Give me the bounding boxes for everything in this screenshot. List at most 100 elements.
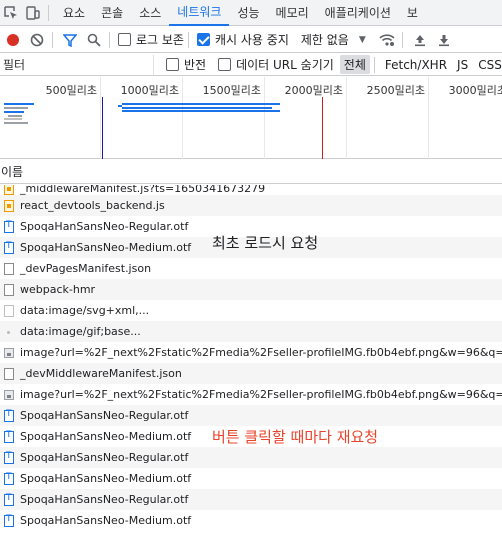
name-column-header[interactable]: 이름 — [0, 160, 502, 184]
chevron-down-icon: ▼ — [358, 34, 366, 45]
image-file-icon — [4, 389, 14, 400]
toolbar-divider — [401, 31, 403, 48]
script-file-icon — [4, 185, 14, 195]
overview-gridline — [100, 77, 101, 159]
hide-data-urls-checkbox[interactable]: 데이터 URL 숨기기 — [218, 56, 334, 73]
clear-button[interactable] — [26, 29, 48, 51]
tab-4[interactable]: 성능 — [229, 0, 267, 26]
request-row[interactable]: image?url=%2F_next%2Fstatic%2Fmedia%2Fse… — [0, 342, 502, 363]
request-name: webpack-hmr — [20, 283, 96, 296]
invert-box[interactable] — [166, 58, 179, 71]
overview-tick-label: 1000밀리초 — [120, 84, 179, 97]
tabbar-divider — [48, 4, 49, 21]
disable-cache-checkbox[interactable]: 캐시 사용 중지 — [196, 31, 289, 48]
request-name: _devPagesManifest.json — [20, 262, 152, 275]
request-row[interactable]: SpoqaHanSansNeo-Regular.otf — [0, 489, 502, 510]
type-filter-button[interactable]: Fetch/XHR — [381, 57, 451, 73]
request-name: SpoqaHanSansNeo-Medium.otf — [20, 430, 192, 443]
font-file-icon — [4, 451, 14, 464]
request-row[interactable]: SpoqaHanSansNeo-Regular.otf — [0, 447, 502, 468]
overview-gridline — [264, 77, 265, 159]
tab-5[interactable]: 메모리 — [268, 0, 317, 26]
preserve-log-box[interactable] — [118, 33, 131, 46]
network-toolbar: 로그 보존 캐시 사용 중지 제한 없음 ▼ — [0, 27, 502, 53]
request-name: SpoqaHanSansNeo-Regular.otf — [20, 409, 189, 422]
request-row[interactable]: image?url=%2F_next%2Fstatic%2Fmedia%2Fse… — [0, 384, 502, 405]
throttle-select[interactable]: 제한 없음 ▼ — [301, 31, 366, 48]
overview-tick-label: 2500밀리초 — [366, 84, 425, 97]
hide-data-urls-box[interactable] — [218, 58, 232, 71]
network-conditions-button[interactable] — [376, 29, 398, 51]
font-file-icon — [4, 472, 14, 485]
overview-tick-label: 1500밀리초 — [202, 84, 261, 97]
device-toolbar-icon[interactable] — [22, 0, 44, 26]
preserve-log-checkbox[interactable]: 로그 보존 — [118, 31, 184, 48]
type-filter-button[interactable]: CSS — [474, 57, 502, 73]
network-overview[interactable]: 500밀리초 1000밀리초 1500밀리초 2000밀리초 2500밀리초 3000밀리… — [0, 77, 502, 159]
request-name: SpoqaHanSansNeo-Medium.otf — [20, 241, 192, 254]
font-file-icon — [4, 220, 14, 233]
tab-3[interactable]: 네트워크 — [169, 0, 230, 26]
request-name: SpoqaHanSansNeo-Medium.otf — [20, 472, 192, 485]
document-icon — [4, 367, 14, 380]
overview-tick-label: 2000밀리초 — [284, 84, 343, 97]
disable-cache-box[interactable] — [196, 33, 210, 46]
disable-cache-label: 캐시 사용 중지 — [214, 33, 289, 47]
invert-checkbox[interactable]: 반전 — [166, 56, 206, 73]
tab-6[interactable]: 애플리케이션 — [317, 0, 399, 26]
annotation-initial-load: 최초 로드시 요청 — [212, 234, 319, 252]
request-name: data:image/svg+xml,... — [20, 304, 150, 317]
dom-content-loaded-marker — [102, 97, 103, 159]
record-icon — [7, 33, 19, 46]
tab-7[interactable]: 보 — [399, 0, 426, 26]
request-name: react_devtools_backend.js — [20, 199, 165, 212]
request-row[interactable]: _devMiddlewareManifest.json — [0, 363, 502, 384]
throttle-label: 제한 없음 — [300, 33, 349, 47]
import-har-button[interactable] — [409, 29, 431, 51]
name-column-label: 이름 — [1, 165, 24, 179]
toolbar-divider — [52, 31, 53, 48]
overview-gridline — [428, 77, 429, 159]
request-name: SpoqaHanSansNeo-Medium.otf — [20, 514, 192, 527]
hide-data-urls-label: 데이터 URL 숨기기 — [236, 58, 334, 72]
preserve-log-label: 로그 보존 — [136, 33, 184, 47]
request-name: _devMiddlewareManifest.json — [20, 367, 182, 380]
export-har-button[interactable] — [433, 29, 455, 51]
request-name: data:image/gif;base... — [20, 325, 141, 338]
invert-label: 반전 — [184, 58, 207, 72]
filter-icon — [63, 33, 77, 47]
type-filter-button[interactable]: JS — [453, 57, 472, 73]
type-filter-button[interactable]: 전체 — [339, 55, 370, 74]
request-row[interactable]: SpoqaHanSansNeo-Regular.otf — [0, 405, 502, 426]
request-row[interactable]: react_devtools_backend.js — [0, 195, 502, 216]
overview-request-bar — [4, 111, 24, 113]
record-button[interactable] — [2, 29, 24, 51]
request-row[interactable]: _middlewareManifest.js?ts=1650341673279 — [0, 185, 502, 195]
tab-0[interactable]: 요소 — [55, 0, 93, 26]
overview-tick-label: 500밀리초 — [45, 84, 97, 97]
overview-request-bar — [8, 115, 22, 117]
request-row[interactable]: _devPagesManifest.json — [0, 258, 502, 279]
clear-icon — [30, 33, 44, 46]
document-icon — [4, 262, 14, 275]
request-row[interactable]: data:image/svg+xml,... — [0, 300, 502, 321]
filter-input[interactable] — [0, 54, 154, 75]
request-row[interactable]: SpoqaHanSansNeo-Medium.otf — [0, 468, 502, 489]
overview-request-bar — [122, 107, 272, 109]
filter-toggle-button[interactable] — [59, 29, 81, 51]
download-icon — [438, 34, 449, 46]
tab-2[interactable]: 소스 — [131, 0, 169, 26]
request-row[interactable]: data:image/gif;base... — [0, 321, 502, 342]
font-file-icon — [4, 241, 14, 254]
inspect-element-icon[interactable] — [0, 0, 22, 26]
tab-1[interactable]: 콘솔 — [93, 0, 131, 26]
filter-bar: 반전 데이터 URL 숨기기 전체 Fetch/XHRJSCSS — [0, 54, 502, 76]
font-file-icon — [4, 430, 14, 443]
font-file-icon — [4, 409, 14, 422]
request-name: _middlewareManifest.js?ts=1650341673279 — [20, 185, 266, 195]
request-row[interactable]: webpack-hmr — [0, 279, 502, 300]
devtools-tabbar: 요소 콘솔 소스 네트워크 성능 메모리 애플리케이션 보 — [0, 0, 502, 26]
request-row[interactable]: SpoqaHanSansNeo-Medium.otf — [0, 510, 502, 531]
wifi-settings-icon — [379, 33, 395, 46]
search-button[interactable] — [83, 29, 105, 51]
